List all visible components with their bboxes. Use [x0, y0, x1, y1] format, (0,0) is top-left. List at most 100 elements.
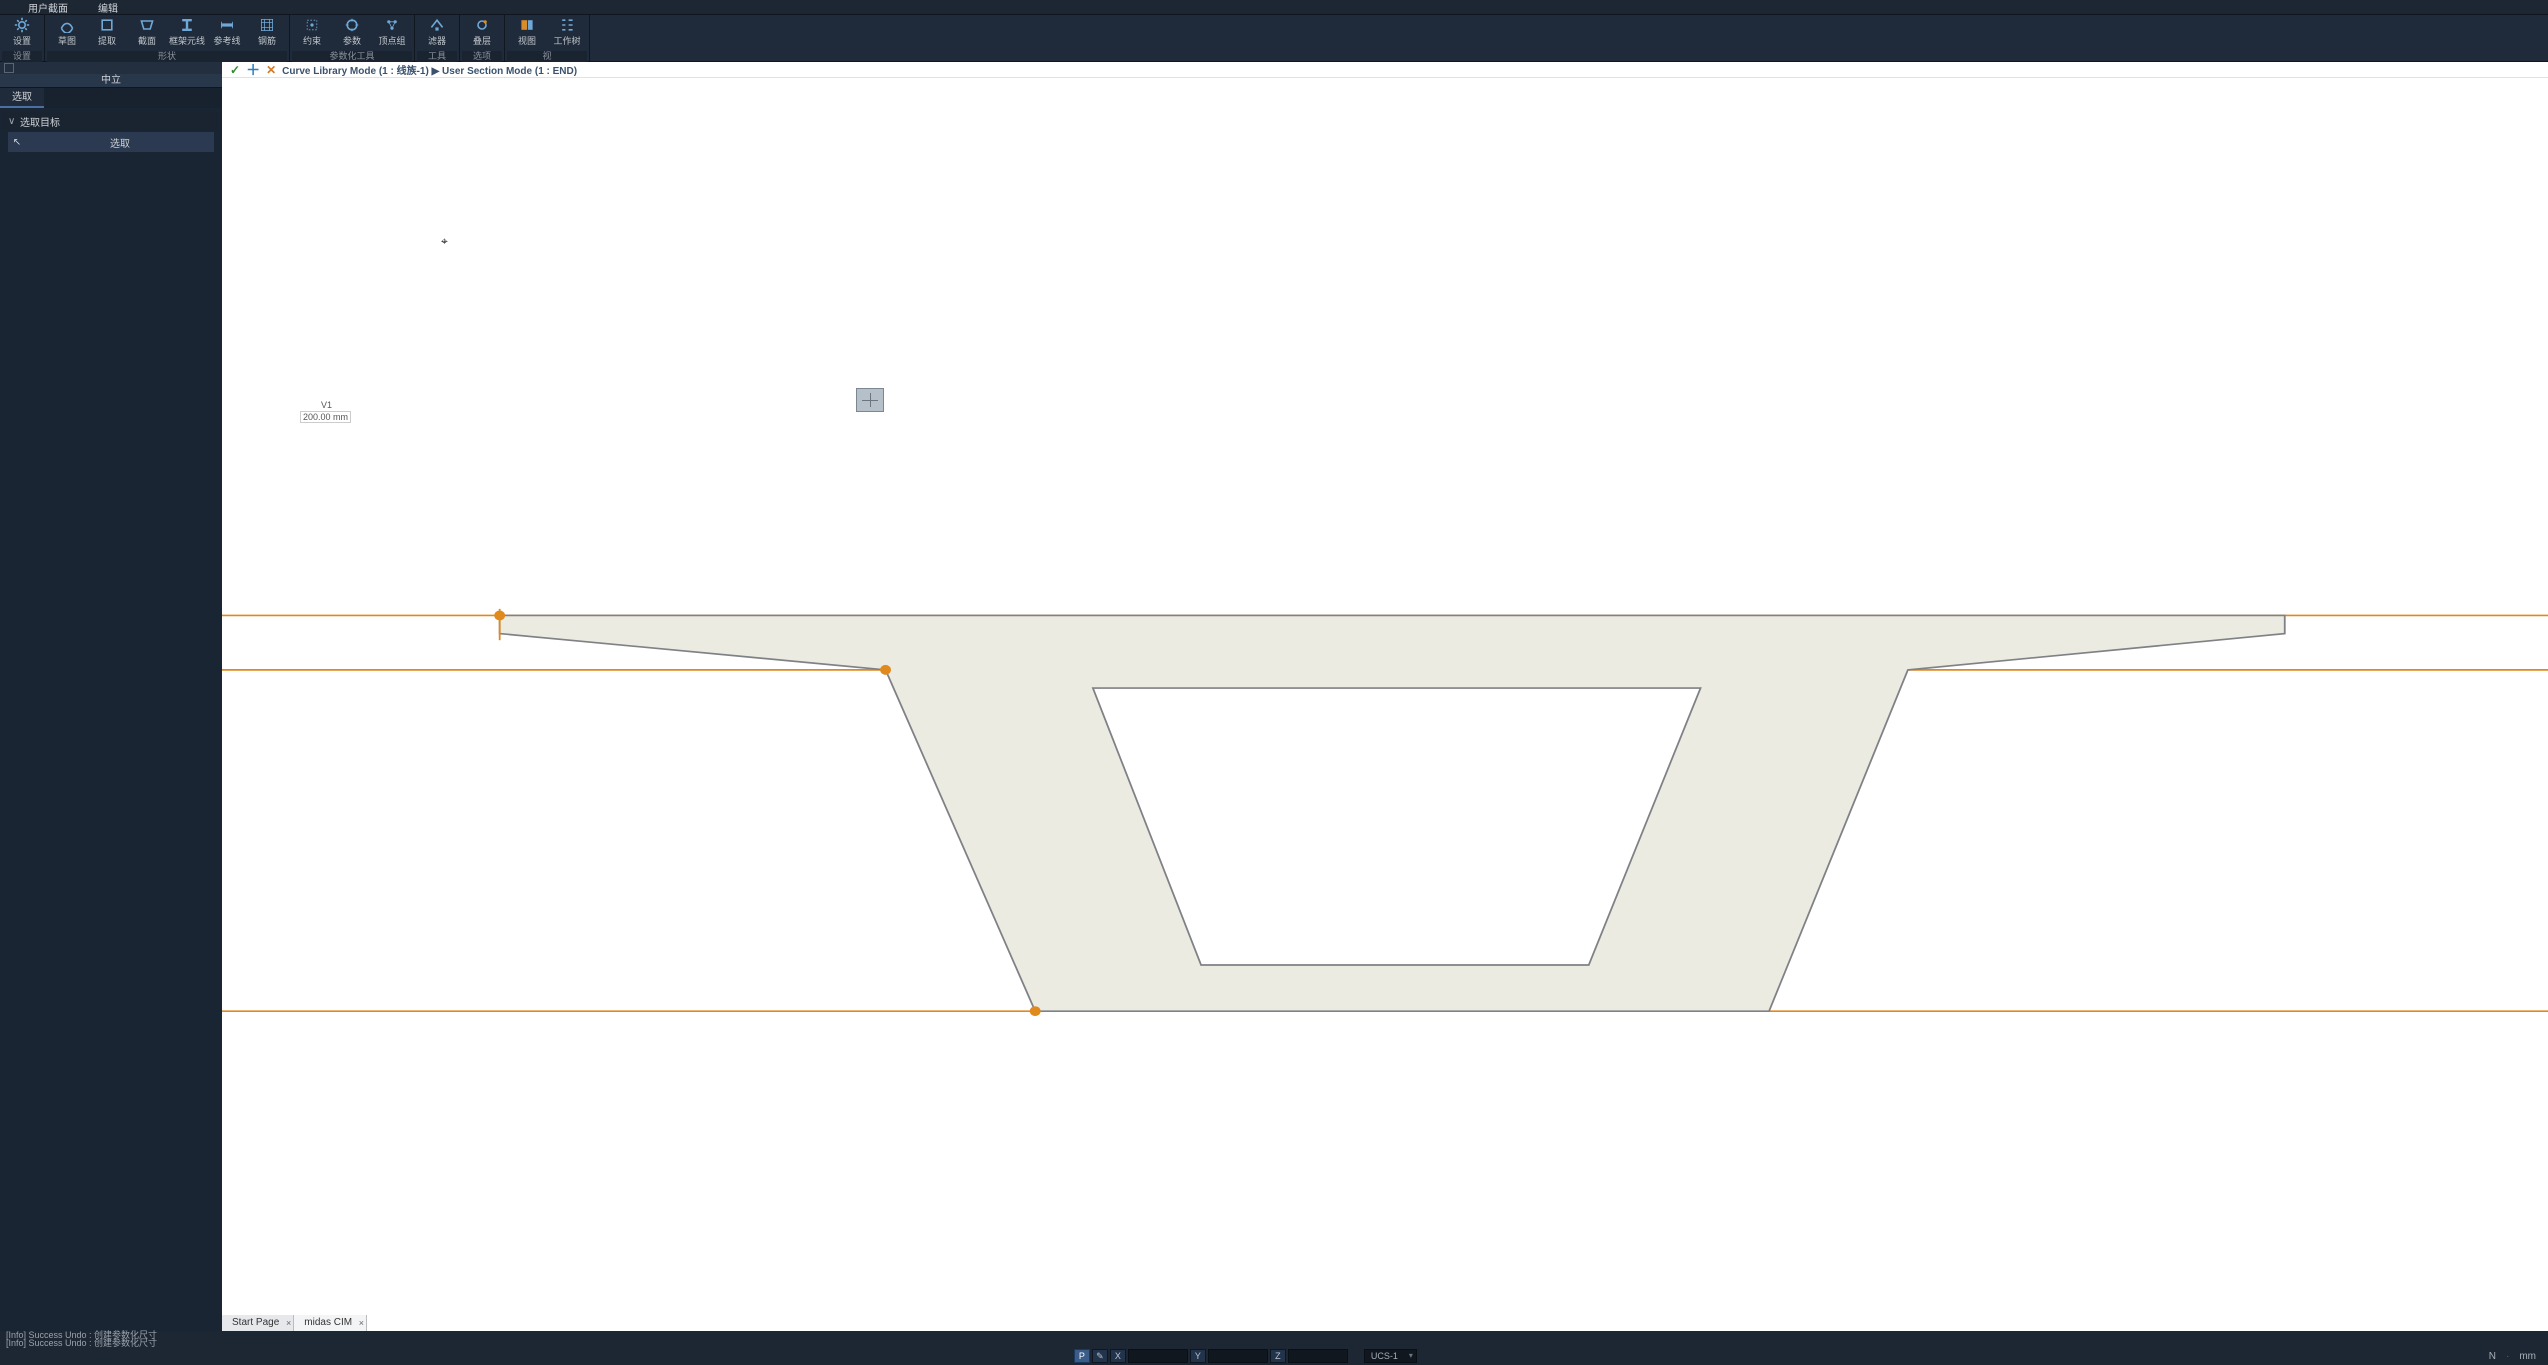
- filter-icon: [427, 17, 447, 33]
- ribbon-group-label: 视: [507, 51, 587, 62]
- ribbon-group: 约束 参数顶点组参数化工具: [290, 15, 415, 61]
- side-panel-header: [0, 62, 222, 74]
- vertex-icon: [382, 17, 402, 33]
- overlay-icon: [472, 17, 492, 33]
- close-icon[interactable]: ×: [359, 1315, 364, 1331]
- ribbon-group: 草图提取截面框架元线参考线钢筋形状: [45, 15, 290, 61]
- pencil-icon: [57, 17, 77, 33]
- section-header-select-target[interactable]: ∨ 选取目标: [2, 112, 220, 130]
- ribbon-button-label: 参数: [343, 34, 361, 47]
- log-line-2: [Info] Success Undo : 创建参数化尺寸: [6, 1339, 2548, 1347]
- ribbon-settings-button[interactable]: 设置: [2, 15, 42, 51]
- axis-z-label: Z: [1270, 1349, 1286, 1363]
- dimension-variable: V1: [321, 400, 332, 410]
- origin-handle[interactable]: [856, 388, 884, 412]
- menu-user-section[interactable]: 用户截面: [28, 0, 68, 15]
- menu-edit[interactable]: 编辑: [98, 0, 118, 15]
- coord-y-input[interactable]: [1208, 1349, 1268, 1363]
- log-bar: [Info] Success Undo : 创建参数化尺寸 [Info] Suc…: [0, 1331, 2548, 1347]
- trapezoid-icon: [137, 17, 157, 33]
- canvas-area: ✓ ＋ ✕ Curve Library Mode (1 : 线族-1) ▶ Us…: [222, 62, 2548, 1331]
- param-icon: [342, 17, 362, 33]
- ribbon-button-label: 草图: [58, 34, 76, 47]
- ribbon-group-label: 工具: [417, 51, 457, 62]
- ribbon-group: 设置设置: [0, 15, 45, 61]
- coord-x-input[interactable]: [1128, 1349, 1188, 1363]
- ribbon-button-label: 滤器: [428, 34, 446, 47]
- ribbon-toolbar: 设置设置草图提取截面框架元线参考线钢筋形状约束参数顶点组参数化工具滤器工具叠层选…: [0, 14, 2548, 62]
- side-panel: 中立 选取 ∨ 选取目标 ↖ 选取: [0, 62, 222, 1331]
- panel-mini-icon[interactable]: [4, 63, 14, 73]
- doc-tab[interactable]: midas CIM×: [294, 1315, 367, 1331]
- drawing-canvas[interactable]: V1 200.00 mm ⌖ Start Page×midas CIM×: [222, 78, 2548, 1331]
- status-n: N: [2489, 1351, 2496, 1362]
- status-unit[interactable]: mm: [2519, 1351, 2536, 1362]
- ribbon-button-label: 框架元线: [169, 34, 205, 47]
- ribbon-frame-element-button[interactable]: 框架元线: [167, 15, 207, 51]
- coord-z-input[interactable]: [1288, 1349, 1348, 1363]
- ribbon-worktree-button[interactable]: 工作树: [547, 15, 587, 51]
- ribbon-section-button[interactable]: 截面: [127, 15, 167, 51]
- ribbon-button-label: 提取: [98, 34, 116, 47]
- axis-x-label: X: [1110, 1349, 1126, 1363]
- row-select-label: 选取: [26, 135, 214, 150]
- gear-icon: [12, 17, 32, 33]
- snap-toggle[interactable]: P: [1074, 1349, 1090, 1363]
- ribbon-vertex-group-button[interactable]: 顶点组: [372, 15, 412, 51]
- cursor-icon: ↖: [8, 137, 26, 148]
- dimension-value[interactable]: 200.00 mm: [300, 411, 351, 423]
- log-line-1: [Info] Success Undo : 创建参数化尺寸: [6, 1331, 2548, 1339]
- document-tabs: Start Page×midas CIM×: [222, 1315, 367, 1331]
- ribbon-button-label: 钢筋: [258, 34, 276, 47]
- ribbon-group: 叠层选项: [460, 15, 505, 61]
- ribbon-button-label: 视图: [518, 34, 536, 47]
- row-select-mode[interactable]: ↖ 选取: [8, 132, 214, 152]
- ribbon-button-label: 工作树: [553, 34, 580, 47]
- status-divider: ·: [2506, 1351, 2509, 1362]
- close-icon[interactable]: ×: [286, 1315, 291, 1331]
- axis-y-label: Y: [1190, 1349, 1206, 1363]
- section-drawing: [222, 78, 2548, 1331]
- ribbon-rebar-button[interactable]: 钢筋: [247, 15, 287, 51]
- ribbon-sketch-button[interactable]: 草图: [47, 15, 87, 51]
- ribbon-constraint-button[interactable]: 约束: [292, 15, 332, 51]
- mouse-cursor: ⌖: [441, 234, 448, 249]
- ribbon-group-label: 参数化工具: [292, 51, 412, 62]
- ribbon-button-label: 约束: [303, 34, 321, 47]
- menu-bar: 用户截面 编辑: [0, 0, 2548, 14]
- ribbon-options-button[interactable]: 叠层: [462, 15, 502, 51]
- ribbon-button-label: 叠层: [473, 34, 491, 47]
- add-icon[interactable]: ＋: [246, 60, 260, 80]
- ribbon-group: 视图 工作树视: [505, 15, 590, 61]
- panel-tab-select[interactable]: 选取: [0, 88, 44, 108]
- snap-mode-2[interactable]: ✎: [1092, 1349, 1108, 1363]
- ribbon-group-label: 选项: [462, 51, 502, 62]
- breadcrumb: Curve Library Mode (1 : 线族-1) ▶ User Sec…: [282, 62, 577, 77]
- ribbon-view-button[interactable]: 视图: [507, 15, 547, 51]
- cancel-icon[interactable]: ✕: [266, 63, 276, 77]
- tree-icon: [557, 17, 577, 33]
- ribbon-button-label: 参考线: [213, 34, 240, 47]
- ribbon-filter-button[interactable]: 滤器: [417, 15, 457, 51]
- panel-tabs: 选取: [0, 88, 222, 108]
- panel-title: 中立: [0, 74, 222, 88]
- ribbon-reference-line-button[interactable]: 参考线: [207, 15, 247, 51]
- confirm-icon[interactable]: ✓: [230, 63, 240, 77]
- status-bar: P ✎ X Y Z UCS-1 N · mm: [0, 1347, 2548, 1365]
- ribbon-extract-button[interactable]: 提取: [87, 15, 127, 51]
- section-header-label: 选取目标: [20, 114, 60, 129]
- ibeam-icon: [177, 17, 197, 33]
- ribbon-parameter-button[interactable]: 参数: [332, 15, 372, 51]
- chevron-down-icon: ∨: [8, 116, 16, 127]
- ribbon-group: 滤器工具: [415, 15, 460, 61]
- ribbon-group-label: 设置: [2, 51, 42, 62]
- rebar-icon: [257, 17, 277, 33]
- ribbon-button-label: 设置: [13, 34, 31, 47]
- ucs-selector[interactable]: UCS-1: [1364, 1349, 1417, 1363]
- box-icon: [97, 17, 117, 33]
- refline-icon: [217, 17, 237, 33]
- constraint-icon: [302, 17, 322, 33]
- ribbon-button-label: 截面: [138, 34, 156, 47]
- doc-tab[interactable]: Start Page×: [222, 1315, 294, 1331]
- view-icon: [517, 17, 537, 33]
